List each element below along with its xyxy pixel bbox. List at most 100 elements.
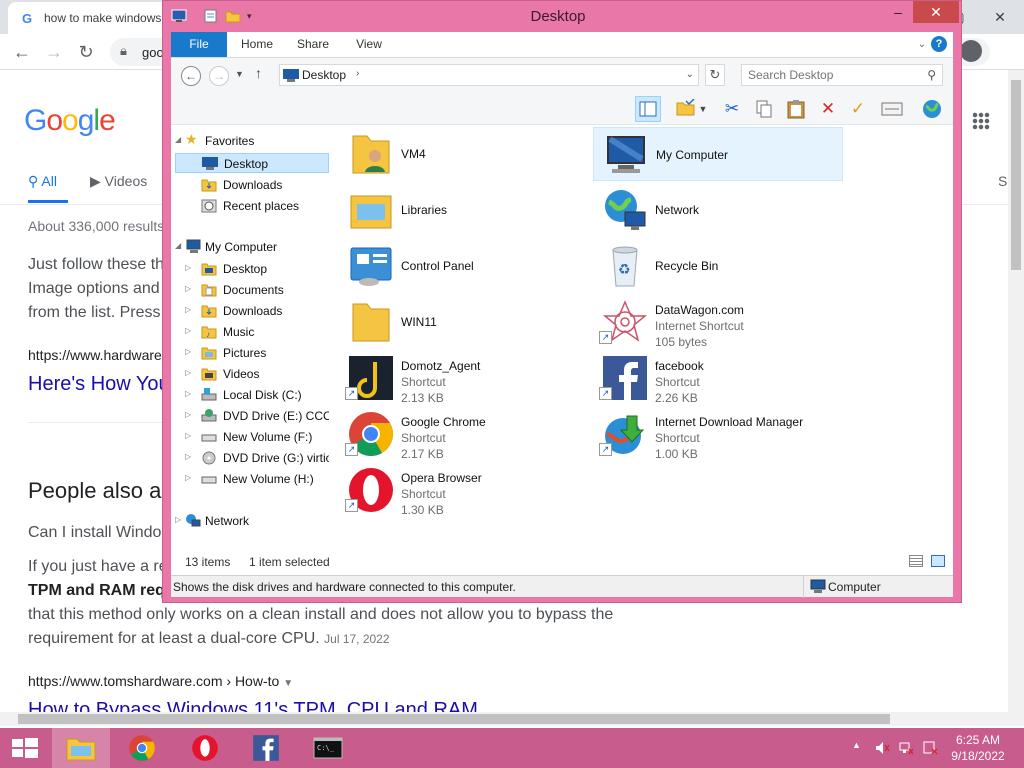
nav-network[interactable]: ▷ Network [175, 511, 325, 531]
taskbar-chrome[interactable] [114, 728, 172, 768]
nav-new-volume-h[interactable]: ▷ New Volume (H:) [185, 469, 325, 489]
google-apps-icon[interactable] [972, 112, 990, 130]
browser-forward-button[interactable]: → [42, 40, 66, 64]
rename-check-icon[interactable]: ✓ [845, 96, 871, 122]
clock-time[interactable]: 6:25 AM [946, 733, 1010, 747]
taskbar-facebook[interactable] [238, 728, 296, 768]
network-status-icon[interactable] [898, 740, 914, 756]
horizontal-scrollbar[interactable] [0, 712, 1008, 726]
paste-icon[interactable] [783, 96, 809, 122]
tab-home[interactable]: Home [235, 32, 279, 57]
taskbar-file-explorer[interactable] [52, 728, 110, 768]
nav-recent-places[interactable]: Recent places [175, 196, 325, 216]
file-item-recycle-bin[interactable]: ♻ Recycle Bin [593, 239, 843, 293]
question-item[interactable]: Can I install Windo [28, 524, 161, 542]
file-item-vm4[interactable]: VM4 [339, 127, 589, 181]
file-item-domotz-agent[interactable]: ↗ Domotz_Agent Shortcut 2.13 KB [339, 351, 589, 405]
show-hidden-icons-icon[interactable]: ▲ [852, 740, 861, 750]
tab-overflow[interactable]: S [998, 173, 1007, 189]
nav-favorites-desktop[interactable]: Desktop [175, 153, 329, 173]
nav-mc-downloads[interactable]: ▷ Downloads [185, 301, 325, 321]
file-list[interactable]: VM4 Libraries Control Panel WIN11 ↗ Domo… [329, 125, 953, 549]
result-url[interactable]: https://www.hardware [28, 347, 162, 363]
taskbar-opera[interactable] [176, 728, 234, 768]
address-dropdown-icon[interactable]: ⌄ [686, 69, 694, 80]
properties-icon[interactable] [879, 96, 905, 122]
nav-local-disk-c[interactable]: ▷ Local Disk (C:) [185, 385, 325, 405]
action-center-icon[interactable] [922, 740, 938, 756]
nav-favorites-downloads[interactable]: Downloads [175, 175, 325, 195]
cut-icon[interactable]: ✂ [719, 96, 745, 122]
expand-icon[interactable]: ▷ [175, 515, 181, 524]
expand-icon[interactable]: ▷ [185, 431, 191, 440]
navigation-pane-button[interactable] [635, 96, 661, 122]
browser-close-button[interactable]: ✕ [980, 0, 1020, 34]
file-item-facebook[interactable]: ↗ facebook Shortcut 2.26 KB [593, 351, 843, 405]
collapse-icon[interactable]: ◢ [175, 241, 181, 250]
start-button[interactable] [0, 728, 48, 768]
file-item-network[interactable]: Network [593, 183, 843, 237]
expand-icon[interactable]: ▷ [185, 452, 191, 461]
tab-share[interactable]: Share [291, 32, 335, 57]
expand-icon[interactable]: ▷ [185, 473, 191, 482]
chevron-down-icon[interactable]: ▼ [697, 96, 709, 122]
account-avatar-icon[interactable] [960, 40, 982, 62]
breadcrumb-chevron-icon[interactable]: › [356, 68, 359, 79]
search-input[interactable] [746, 67, 916, 83]
expand-icon[interactable]: ▷ [185, 305, 191, 314]
expand-icon[interactable]: ▷ [185, 326, 191, 335]
open-folder-button[interactable] [673, 96, 699, 122]
globe-icon[interactable] [919, 96, 945, 122]
help-icon[interactable]: ? [931, 36, 947, 52]
expand-icon[interactable]: ▷ [185, 389, 191, 398]
tab-file[interactable]: File [171, 32, 227, 57]
expand-icon[interactable]: ▷ [185, 368, 191, 377]
refresh-button[interactable]: ↻ [705, 64, 725, 86]
up-button[interactable]: ↑ [255, 65, 262, 81]
browser-reload-button[interactable]: ↻ [74, 40, 98, 64]
chevron-down-icon[interactable]: ▼ [283, 678, 293, 689]
file-item-my-computer[interactable]: My Computer [593, 127, 843, 181]
taskbar-command-prompt[interactable]: C:\_ [300, 728, 358, 768]
nav-mc-desktop[interactable]: ▷ Desktop [185, 259, 325, 279]
result-link[interactable]: Here's How You [28, 373, 170, 396]
tab-view[interactable]: View [347, 32, 391, 57]
scrollbar-thumb[interactable] [18, 714, 890, 724]
file-item-datawagon[interactable]: ↗ DataWagon.com Internet Shortcut 105 by… [593, 295, 843, 349]
vertical-scrollbar[interactable] [1008, 70, 1024, 726]
nav-favorites[interactable]: ◢ ★ Favorites [175, 131, 325, 151]
nav-mc-documents[interactable]: ▷ Documents [185, 280, 325, 300]
minimize-button[interactable]: – [885, 1, 911, 23]
expand-icon[interactable]: ▷ [185, 410, 191, 419]
forward-button[interactable]: → [209, 66, 229, 86]
nav-mc-pictures[interactable]: ▷ Pictures [185, 343, 325, 363]
details-view-icon[interactable] [909, 555, 923, 567]
search-box[interactable]: ⚲ [741, 64, 943, 86]
tab-videos[interactable]: ▶ Videos [90, 173, 147, 190]
google-logo[interactable]: Google [24, 104, 116, 138]
scrollbar-thumb[interactable] [1011, 80, 1021, 270]
address-bar[interactable]: Desktop › ⌄ [279, 64, 699, 86]
volume-muted-icon[interactable] [874, 740, 890, 756]
search-icon[interactable]: ⚲ [927, 68, 936, 82]
file-item-google-chrome[interactable]: ↗ Google Chrome Shortcut 2.17 KB [339, 407, 589, 461]
navigation-pane[interactable]: ◢ ★ Favorites Desktop Downloads Recent p… [171, 125, 329, 549]
browser-back-button[interactable]: ← [10, 40, 34, 64]
file-item-opera-browser[interactable]: ↗ Opera Browser Shortcut 1.30 KB [339, 463, 589, 517]
nav-mc-videos[interactable]: ▷ Videos [185, 364, 325, 384]
close-button[interactable]: ✕ [913, 1, 959, 23]
back-button[interactable]: ← [181, 66, 201, 86]
expand-ribbon-icon[interactable]: ⌄ [915, 32, 929, 57]
large-icons-view-icon[interactable] [931, 555, 945, 567]
copy-icon[interactable] [751, 96, 777, 122]
recent-locations-icon[interactable]: ▼ [235, 69, 244, 79]
result-url[interactable]: https://www.tomshardware.com › How-to ▼ [28, 673, 293, 689]
nav-my-computer[interactable]: ◢ My Computer [175, 237, 325, 257]
expand-icon[interactable]: ▷ [185, 263, 191, 272]
file-item-internet-download-manager[interactable]: ↗ Internet Download Manager Shortcut 1.0… [593, 407, 843, 461]
explorer-title-bar[interactable]: ▾ Desktop – ✕ [163, 1, 961, 32]
nav-dvd-drive-g[interactable]: ▷ DVD Drive (G:) virtio [185, 448, 329, 468]
nav-dvd-drive-e[interactable]: ▷ DVD Drive (E:) CCCC [185, 406, 329, 426]
file-item-win11[interactable]: WIN11 [339, 295, 589, 349]
expand-icon[interactable]: ▷ [185, 284, 191, 293]
